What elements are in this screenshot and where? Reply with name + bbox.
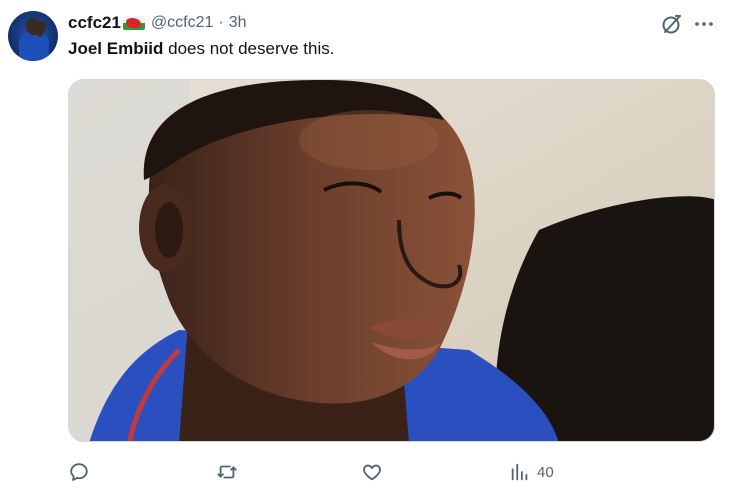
separator-dot: · <box>218 14 224 31</box>
avatar[interactable] <box>8 11 58 61</box>
tweet-header: ccfc21 @ccfc21 · 3h <box>68 12 247 34</box>
photo-illustration <box>69 80 714 441</box>
reply-icon <box>70 463 88 481</box>
views-icon <box>511 463 528 481</box>
display-name[interactable]: ccfc21 <box>68 13 121 33</box>
tweet-text: Joel Embiid does not deserve this. <box>68 39 334 59</box>
reply-button[interactable] <box>68 459 96 485</box>
tweet[interactable]: ccfc21 @ccfc21 · 3h Joel Embiid does not… <box>0 0 733 499</box>
retweet-icon <box>217 465 237 479</box>
tweet-photo[interactable] <box>68 79 715 442</box>
views-count: 40 <box>537 463 554 481</box>
grok-icon[interactable] <box>661 13 683 35</box>
retweet-button[interactable] <box>216 459 244 485</box>
tweet-text-rest: does not deserve this. <box>163 39 335 58</box>
tweet-text-bold: Joel Embiid <box>68 39 164 58</box>
timestamp[interactable]: 3h <box>229 14 247 32</box>
like-icon <box>363 464 381 481</box>
wales-flag-icon <box>122 16 145 30</box>
more-icon[interactable] <box>693 14 715 34</box>
user-handle[interactable]: @ccfc21 <box>151 14 213 32</box>
avatar-shirt <box>19 31 49 61</box>
like-button[interactable] <box>361 459 389 485</box>
action-bar: 40 <box>0 455 733 489</box>
views-button[interactable]: 40 <box>509 459 554 485</box>
